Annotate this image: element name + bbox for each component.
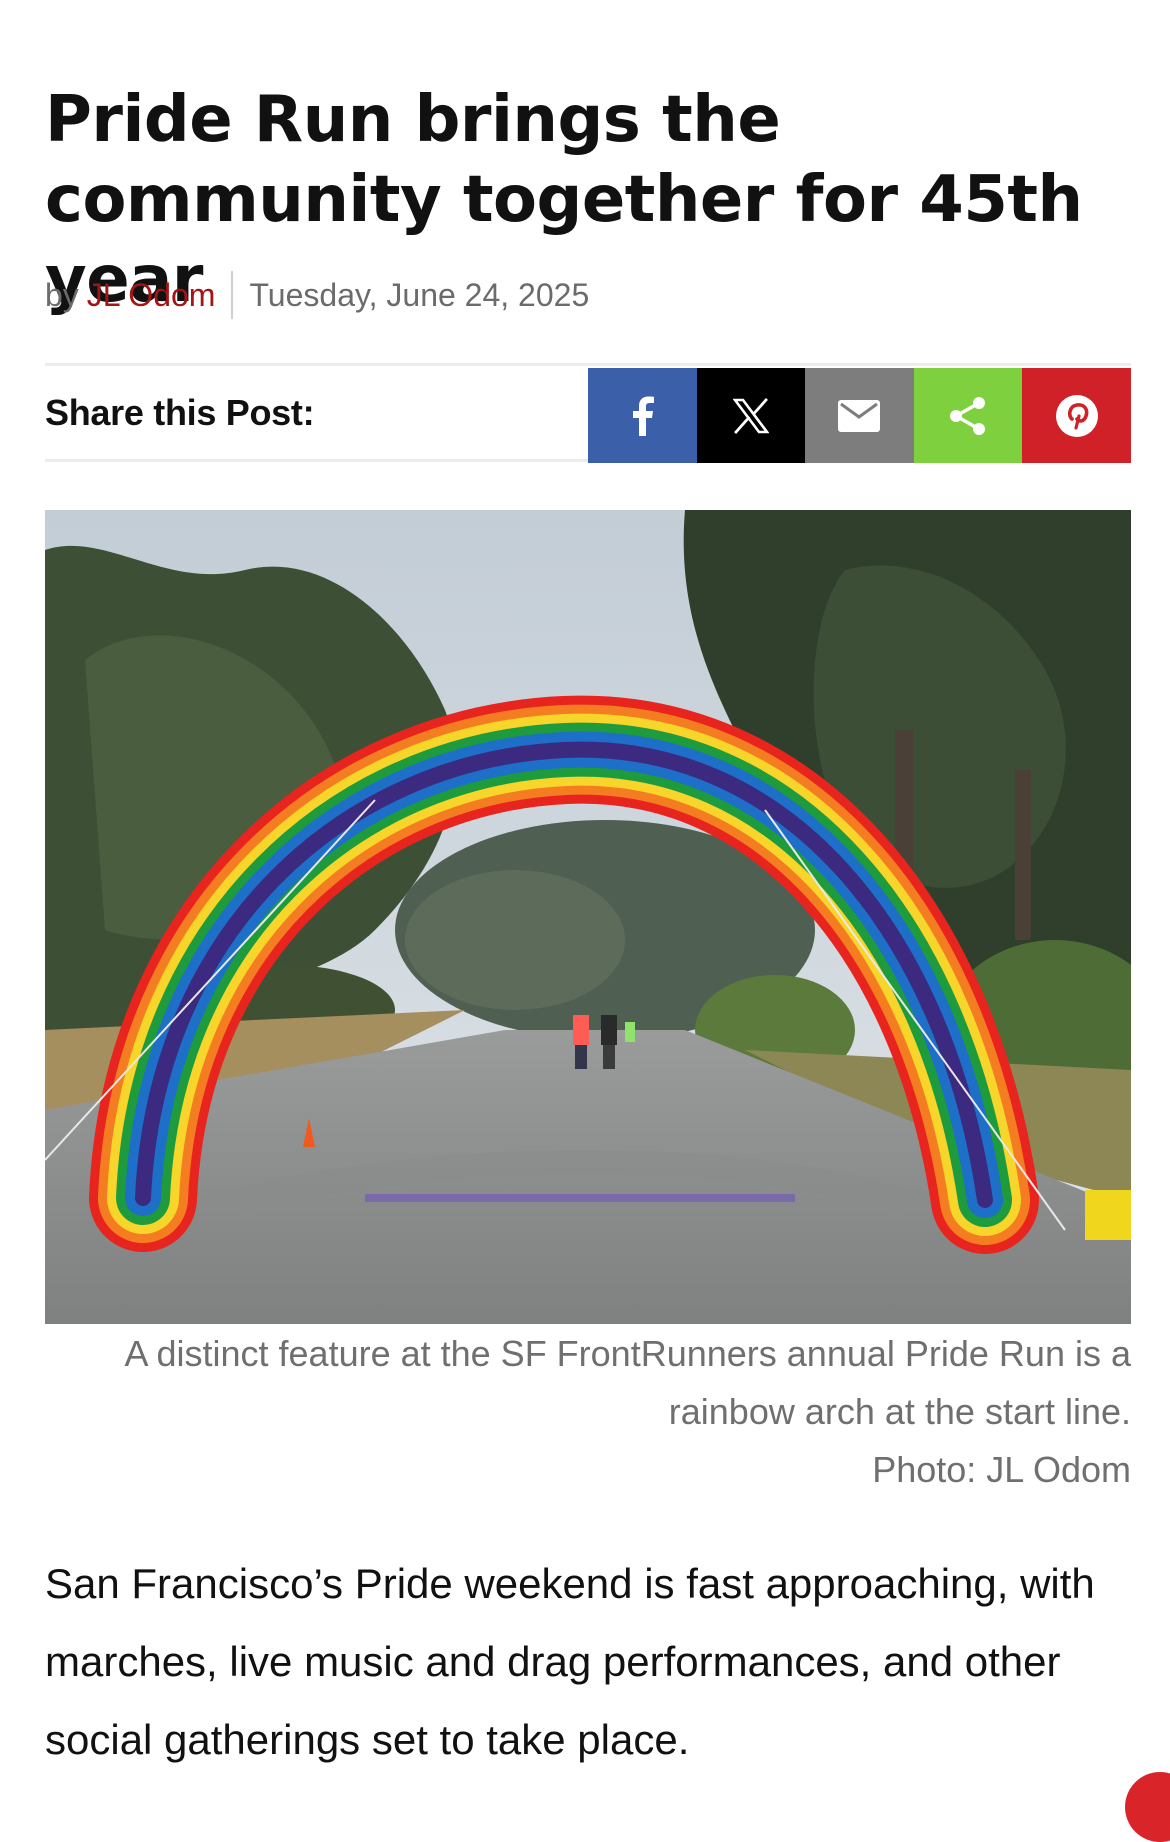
article-photo (45, 510, 1131, 1324)
author-link[interactable]: JL Odom (87, 277, 216, 314)
share-bar: Share this Post: (45, 363, 1131, 463)
x-share-button[interactable] (696, 368, 806, 463)
byline-prefix: by (45, 276, 79, 313)
pinterest-icon (1055, 394, 1098, 437)
share-label: Share this Post: (45, 392, 315, 433)
generic-share-button[interactable] (913, 368, 1023, 463)
caption-line-2: rainbow arch at the start line. (668, 1391, 1131, 1432)
byline-divider (231, 271, 234, 319)
photo-credit: Photo: JL Odom (872, 1449, 1131, 1490)
share-icon (950, 396, 986, 435)
article-paragraph: San Francisco’s Pride weekend is fast ap… (45, 1560, 1095, 1763)
x-icon (732, 397, 769, 434)
pinterest-share-button[interactable] (1022, 368, 1131, 463)
email-share-button[interactable] (805, 368, 914, 463)
facebook-share-button[interactable] (588, 368, 697, 463)
email-icon (838, 399, 881, 432)
photo-caption: A distinct feature at the SF FrontRunner… (45, 1325, 1131, 1499)
caption-line-1: A distinct feature at the SF FrontRunner… (124, 1333, 1131, 1374)
byline: by JL Odom Tuesday, June 24, 2025 (45, 270, 589, 320)
facebook-icon (633, 396, 655, 436)
publish-date: Tuesday, June 24, 2025 (249, 276, 590, 313)
rainbow-arch-photo (45, 510, 1131, 1324)
floating-action-badge[interactable] (1125, 1772, 1170, 1842)
share-buttons (588, 368, 1131, 463)
